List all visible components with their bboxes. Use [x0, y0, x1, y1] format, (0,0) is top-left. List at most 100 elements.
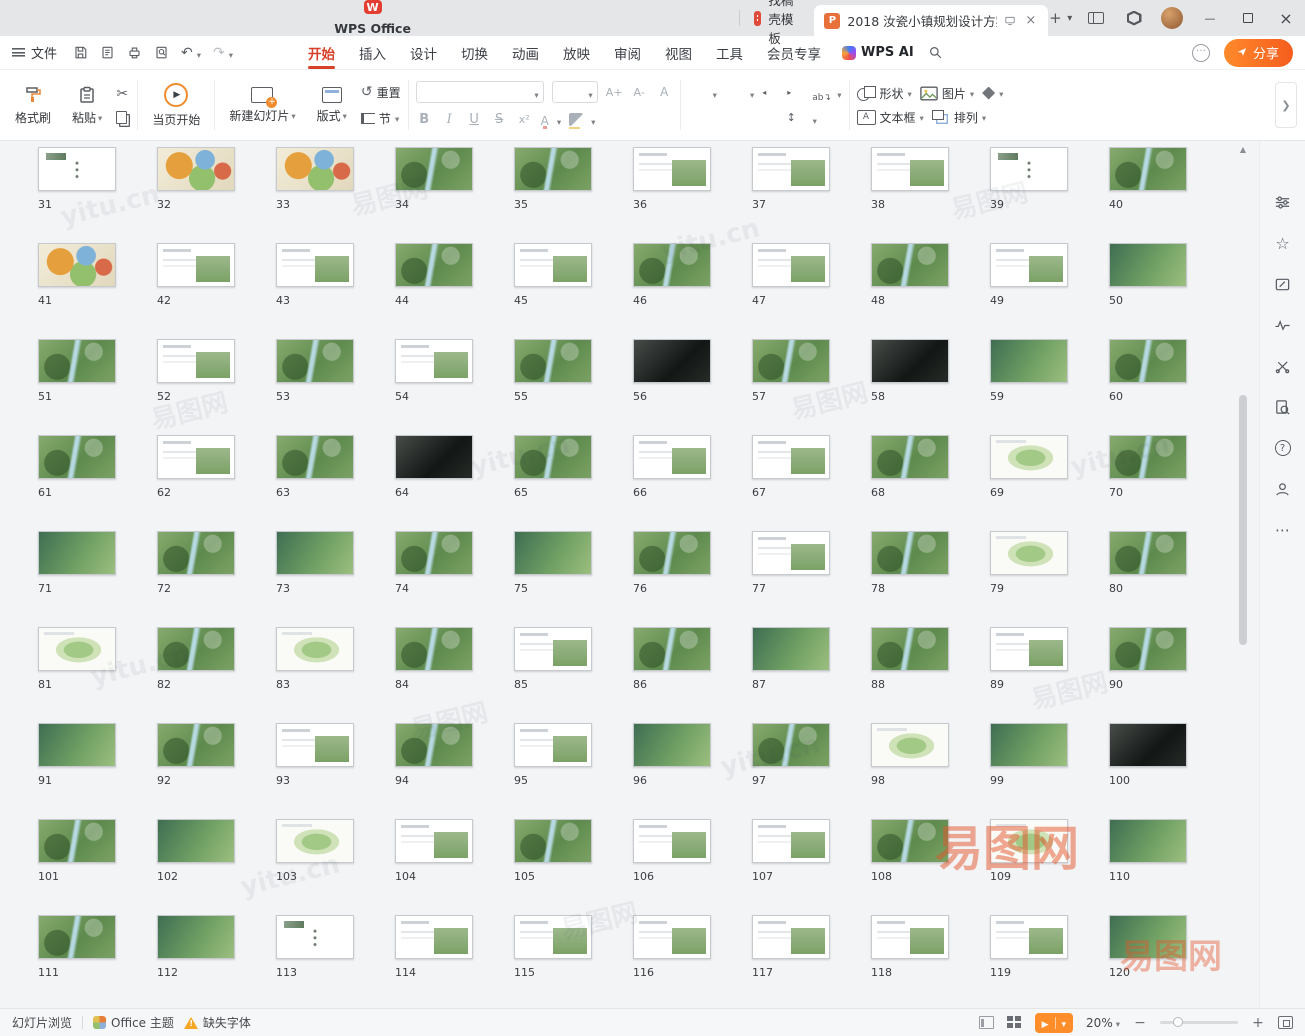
- slide-thumbnail-103[interactable]: [276, 819, 354, 863]
- slide-thumbnail-115[interactable]: [514, 915, 592, 959]
- bold-button[interactable]: [416, 112, 433, 127]
- indent-button[interactable]: [787, 85, 804, 100]
- slide-thumbnail-80[interactable]: [1109, 531, 1187, 575]
- slide-thumbnail-60[interactable]: [1109, 339, 1187, 383]
- slide-thumbnail-83[interactable]: [276, 627, 354, 671]
- slide-thumbnail-87[interactable]: [752, 627, 830, 671]
- slide-thumbnail-42[interactable]: [157, 243, 235, 287]
- slide-thumbnail-110[interactable]: [1109, 819, 1187, 863]
- superscript-button[interactable]: [516, 112, 533, 127]
- align-center-button[interactable]: [713, 111, 730, 126]
- slide-thumbnail-82[interactable]: [157, 627, 235, 671]
- slide-thumbnail-69[interactable]: [990, 435, 1068, 479]
- font-size-select[interactable]: [552, 81, 598, 103]
- slide-thumbnail-54[interactable]: [395, 339, 473, 383]
- undo-button[interactable]: [181, 45, 193, 61]
- slide-thumbnail-94[interactable]: [395, 723, 473, 767]
- slide-thumbnail-91[interactable]: [38, 723, 116, 767]
- slide-thumbnail-79[interactable]: [990, 531, 1068, 575]
- more-dots-icon[interactable]: [1274, 521, 1292, 539]
- doc-tab-active[interactable]: P 2018 汝瓷小镇规划设计方案[: [814, 5, 1048, 36]
- activity-chart-icon[interactable]: [1274, 316, 1292, 334]
- align-right-button[interactable]: [738, 111, 755, 126]
- slide-thumbnail-116[interactable]: [633, 915, 711, 959]
- slide-thumbnail-78[interactable]: [871, 531, 949, 575]
- slide-thumbnail-75[interactable]: [514, 531, 592, 575]
- section-button[interactable]: 节: [361, 110, 401, 127]
- strikethrough-button[interactable]: [491, 112, 508, 127]
- menu-tab-切换[interactable]: 切换: [450, 37, 499, 69]
- minimize-button[interactable]: [1191, 0, 1229, 36]
- picture-button[interactable]: 图片: [920, 85, 974, 102]
- numbering-button[interactable]: [725, 85, 742, 100]
- slide-thumbnail-48[interactable]: [871, 243, 949, 287]
- new-tab-button[interactable]: [1048, 5, 1062, 31]
- slide-thumbnail-114[interactable]: [395, 915, 473, 959]
- zoom-slider[interactable]: [1160, 1021, 1238, 1024]
- slide-thumbnail-77[interactable]: [752, 531, 830, 575]
- slide-thumbnail-64[interactable]: [395, 435, 473, 479]
- avatar[interactable]: [1161, 7, 1183, 29]
- slide-thumbnail-66[interactable]: [633, 435, 711, 479]
- font-family-select[interactable]: [416, 81, 544, 103]
- menu-tab-放映[interactable]: 放映: [552, 37, 601, 69]
- slide-thumbnail-45[interactable]: [514, 243, 592, 287]
- skin-hexagon-icon[interactable]: [1115, 0, 1153, 36]
- slide-thumbnail-62[interactable]: [157, 435, 235, 479]
- slide-thumbnail-111[interactable]: [38, 915, 116, 959]
- slide-thumbnail-61[interactable]: [38, 435, 116, 479]
- theme-button[interactable]: Office 主题: [93, 1014, 174, 1031]
- app-tab[interactable]: W WPS Office: [6, 0, 739, 36]
- share-button[interactable]: 分享: [1224, 39, 1293, 67]
- slide-thumbnail-119[interactable]: [990, 915, 1068, 959]
- ribbon-expand-button[interactable]: [1275, 82, 1297, 128]
- bullets-button[interactable]: [688, 85, 705, 100]
- slide-thumbnail-58[interactable]: [871, 339, 949, 383]
- slide-thumbnail-68[interactable]: [871, 435, 949, 479]
- tab-list-caret-icon[interactable]: [1063, 5, 1077, 31]
- missing-font-button[interactable]: 缺失字体: [184, 1014, 251, 1031]
- close-button[interactable]: [1267, 0, 1305, 36]
- slide-thumbnail-93[interactable]: [276, 723, 354, 767]
- sorter-view-button[interactable]: [1007, 1016, 1022, 1029]
- wps-ai-button[interactable]: WPS AI: [842, 45, 914, 60]
- shapes-button[interactable]: 形状: [857, 85, 912, 102]
- play-from-current-button[interactable]: 当页开始: [145, 78, 207, 133]
- font-color-button[interactable]: [541, 110, 549, 129]
- slide-thumbnail-96[interactable]: [633, 723, 711, 767]
- slide-thumbnail-104[interactable]: [395, 819, 473, 863]
- slide-thumbnail-67[interactable]: [752, 435, 830, 479]
- new-slide-button[interactable]: 新建幻灯片: [222, 82, 302, 129]
- slide-thumbnail-36[interactable]: [633, 147, 711, 191]
- slide-thumbnail-41[interactable]: [38, 243, 116, 287]
- slide-thumbnail-72[interactable]: [157, 531, 235, 575]
- slide-thumbnail-90[interactable]: [1109, 627, 1187, 671]
- slide-thumbnail-32[interactable]: [157, 147, 235, 191]
- slide-thumbnail-35[interactable]: [514, 147, 592, 191]
- settings-sliders-icon[interactable]: [1274, 193, 1292, 211]
- slide-thumbnail-59[interactable]: [990, 339, 1068, 383]
- assistant-icon[interactable]: [1274, 480, 1292, 498]
- workspace-pane-icon[interactable]: [1077, 0, 1115, 36]
- textbox-button[interactable]: 文本框: [857, 109, 924, 126]
- slide-thumbnail-99[interactable]: [990, 723, 1068, 767]
- favorites-star-icon[interactable]: [1274, 234, 1292, 252]
- copy-button[interactable]: [116, 111, 130, 124]
- slide-thumbnail-51[interactable]: [38, 339, 116, 383]
- print-preview-icon[interactable]: [154, 45, 169, 60]
- slide-thumbnail-74[interactable]: [395, 531, 473, 575]
- slide-thumbnail-50[interactable]: [1109, 243, 1187, 287]
- slide-thumbnail-47[interactable]: [752, 243, 830, 287]
- fill-bucket-button[interactable]: [982, 86, 1003, 100]
- menu-tab-设计[interactable]: 设计: [399, 37, 448, 69]
- slide-thumbnail-95[interactable]: [514, 723, 592, 767]
- slide-thumbnail-73[interactable]: [276, 531, 354, 575]
- menu-tab-开始[interactable]: 开始: [297, 37, 346, 69]
- slide-thumbnail-49[interactable]: [990, 243, 1068, 287]
- layout-button[interactable]: 版式: [310, 82, 354, 129]
- doc-tab-template-store[interactable]: 找稿壳模板: [740, 0, 815, 36]
- slide-thumbnail-112[interactable]: [157, 915, 235, 959]
- slide-thumbnail-98[interactable]: [871, 723, 949, 767]
- slide-thumbnail-33[interactable]: [276, 147, 354, 191]
- cut-button[interactable]: [116, 86, 130, 102]
